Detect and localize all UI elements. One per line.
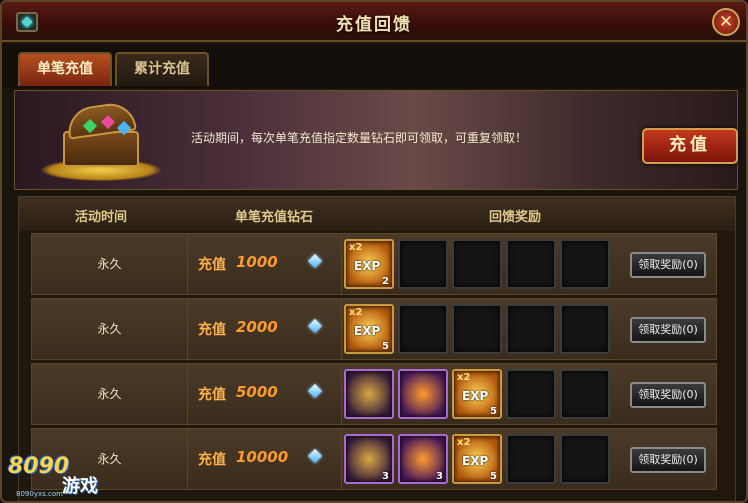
- table-row: 永久 充值 2000 x2 EXP 5 领取奖励(0): [31, 298, 717, 360]
- claim-reward-button[interactable]: 领取奖励(0): [630, 382, 706, 408]
- exp-label: EXP: [462, 389, 489, 403]
- reward-slots: x2 EXP 5: [344, 369, 618, 421]
- amount-label: 充值: [198, 322, 226, 338]
- exp-label: EXP: [354, 259, 381, 273]
- exp-double-icon[interactable]: x2 EXP 2: [344, 239, 394, 289]
- event-description: 活动期间，每次单笔充值指定数量钻石即可领取，可重复领取！: [191, 131, 528, 145]
- header-time: 活动时间: [75, 210, 128, 225]
- claim-reward-button[interactable]: 领取奖励(0): [630, 447, 706, 473]
- item-count: 5: [490, 406, 497, 417]
- reward-slots: 3 3 x2 EXP 5: [344, 434, 618, 486]
- empty-reward-slot: [506, 304, 556, 354]
- recharge-reward-window: 充值回馈 ✕ 单笔充值 累计充值 活动期间，每次单笔充值指定数量钻石即可领取，可…: [0, 0, 748, 503]
- horn-item-icon[interactable]: [344, 369, 394, 419]
- exp-double-icon[interactable]: x2 EXP 5: [344, 304, 394, 354]
- item-count: 3: [436, 471, 443, 482]
- row-time: 永久: [32, 234, 188, 294]
- header-rewards: 回馈奖励: [489, 210, 542, 225]
- amount-label: 充值: [198, 452, 226, 468]
- site-logo: 8090 游戏 8090yxs.com: [8, 454, 98, 498]
- empty-reward-slot: [452, 304, 502, 354]
- reward-slots: x2 EXP 2: [344, 239, 618, 291]
- exp-label: EXP: [462, 454, 489, 468]
- item-count: 2: [382, 276, 389, 287]
- amount-value: 1000: [236, 253, 278, 271]
- table-row: 永久 充值 5000 x2 EXP 5 领取奖励(0): [31, 363, 717, 425]
- close-button[interactable]: ✕: [712, 8, 740, 36]
- tab-single-recharge[interactable]: 单笔充值: [18, 52, 112, 86]
- diamond-icon: [307, 318, 323, 334]
- table-row: 永久 充值 10000 3 3 x2 EXP 5 领取奖励(0): [31, 428, 717, 490]
- horn-item-icon[interactable]: 3: [344, 434, 394, 484]
- diamond-icon: [307, 448, 323, 464]
- empty-reward-slot: [506, 239, 556, 289]
- empty-reward-slot: [506, 434, 556, 484]
- row-time: 永久: [32, 364, 188, 424]
- tab-cumulative-recharge[interactable]: 累计充值: [115, 52, 209, 86]
- exp-badge: x2: [349, 307, 363, 318]
- window-title: 充值回馈: [336, 15, 412, 35]
- reward-slots: x2 EXP 5: [344, 304, 618, 356]
- empty-reward-slot: [398, 239, 448, 289]
- exp-badge: x2: [349, 242, 363, 253]
- row-amount: 充值 2000: [188, 299, 342, 359]
- exp-double-icon[interactable]: x2 EXP 5: [452, 434, 502, 484]
- empty-reward-slot: [452, 239, 502, 289]
- amount-label: 充值: [198, 387, 226, 403]
- claim-reward-button[interactable]: 领取奖励(0): [630, 317, 706, 343]
- diamond-icon: [307, 383, 323, 399]
- amount-value: 10000: [236, 448, 289, 466]
- header-amount: 单笔充值钻石: [235, 210, 314, 225]
- treasure-chest-icon: [41, 100, 161, 181]
- title-bar: 充值回馈 ✕: [2, 2, 746, 42]
- empty-reward-slot: [560, 369, 610, 419]
- empty-reward-slot: [560, 434, 610, 484]
- empty-reward-slot: [560, 239, 610, 289]
- empty-reward-slot: [398, 304, 448, 354]
- amount-label: 充值: [198, 257, 226, 273]
- exp-badge: x2: [457, 372, 471, 383]
- row-amount: 充值 5000: [188, 364, 342, 424]
- empty-reward-slot: [506, 369, 556, 419]
- exp-double-icon[interactable]: x2 EXP 5: [452, 369, 502, 419]
- diamond-icon: [307, 253, 323, 269]
- item-count: 5: [382, 341, 389, 352]
- tab-bar: 单笔充值 累计充值: [2, 44, 746, 88]
- recharge-button[interactable]: 充值: [642, 128, 738, 164]
- exp-label: EXP: [354, 324, 381, 338]
- amount-value: 5000: [236, 383, 278, 401]
- empty-reward-slot: [560, 304, 610, 354]
- item-count: 3: [382, 471, 389, 482]
- table-header: 活动时间 单笔充值钻石 回馈奖励: [19, 197, 735, 231]
- row-amount: 充值 10000: [188, 429, 342, 489]
- item-count: 5: [490, 471, 497, 482]
- amount-value: 2000: [236, 318, 278, 336]
- event-banner: 活动期间，每次单笔充值指定数量钻石即可领取，可重复领取！ 充值: [14, 90, 738, 190]
- row-amount: 充值 1000: [188, 234, 342, 294]
- row-time: 永久: [32, 299, 188, 359]
- gem-item-icon[interactable]: [398, 369, 448, 419]
- table-row: 永久 充值 1000 x2 EXP 2 领取奖励(0): [31, 233, 717, 295]
- claim-reward-button[interactable]: 领取奖励(0): [630, 252, 706, 278]
- exp-badge: x2: [457, 437, 471, 448]
- gem-item-icon[interactable]: 3: [398, 434, 448, 484]
